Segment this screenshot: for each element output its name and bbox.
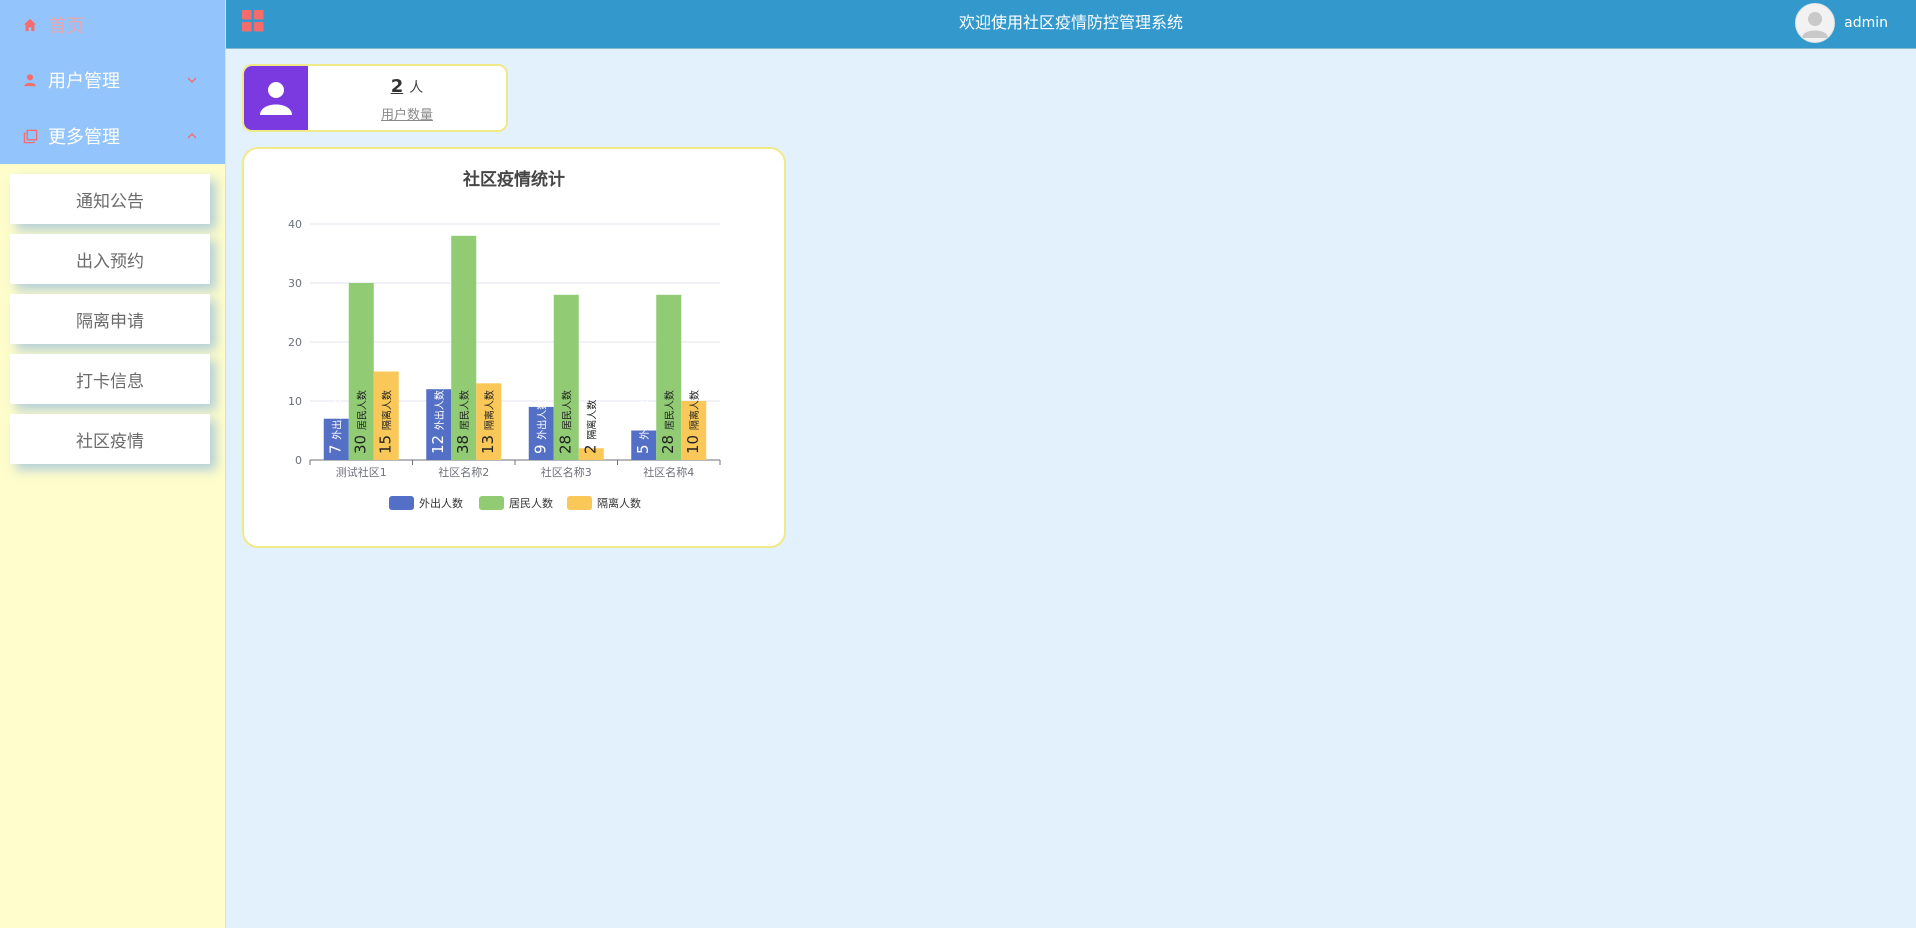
sidebar-menu: 首页 用户管理 更多管理 [0, 0, 225, 164]
submenu-item-isolation-application[interactable]: 隔离申请 [10, 294, 210, 344]
user-count-unit: 人 [409, 80, 424, 96]
user-count-card: 2人 用户数量 [242, 64, 508, 132]
sidebar-item-label: 用户管理 [48, 71, 120, 92]
epidemic-chart-card: 0 10 20 30 40 测试社区1 7 外出人数 30 居民人数 15 隔离人数 社区名称2 1… [242, 147, 786, 548]
user-count-value-row: 2人 [308, 76, 506, 97]
sidebar-item-home[interactable]: 首页 [0, 0, 225, 53]
copy-icon [22, 128, 38, 144]
sidebar-item-label: 首页 [48, 16, 84, 37]
avatar-icon [1802, 12, 1829, 38]
user-count-value: 2 [390, 76, 404, 97]
y-tick-label: 40 [288, 218, 302, 231]
submenu-item-entry-reservation[interactable]: 出入预约 [10, 234, 210, 284]
grid-menu-icon[interactable] [242, 10, 264, 32]
x-tick-label: 测试社区1 [336, 465, 387, 479]
y-tick-label: 30 [288, 277, 302, 290]
x-tick-label: 社区名称3 [541, 465, 592, 479]
user-menu[interactable]: admin [1795, 2, 1888, 44]
sidebar-item-label: 更多管理 [48, 127, 120, 148]
legend-swatch [567, 496, 592, 510]
bar-chart: 010203040测试社区17 外出人数30 居民人数15 隔离人数社区名称21… [288, 218, 721, 510]
username: admin [1844, 15, 1888, 31]
y-tick-label: 0 [295, 454, 302, 467]
top-header: 欢迎使用社区疫情防控管理系统 admin [226, 0, 1916, 49]
avatar [1795, 3, 1836, 43]
legend-swatch [479, 496, 504, 510]
sidebar: 首页 用户管理 更多管理 通知公告 出入预约 隔离申请 打卡信息 社区疫情 [0, 0, 226, 928]
legend-label: 居民人数 [509, 497, 553, 510]
page-title: 欢迎使用社区疫情防控管理系统 [958, 13, 1183, 32]
legend-label: 外出人数 [419, 496, 463, 510]
submenu-item-community-epidemic[interactable]: 社区疫情 [10, 414, 210, 464]
chevron-up-icon [187, 133, 197, 139]
submenu-list: 通知公告 出入预约 隔离申请 打卡信息 社区疫情 [10, 174, 210, 474]
bar-data-label: 5 外出人数 [634, 400, 652, 454]
submenu-item-checkin-info[interactable]: 打卡信息 [10, 354, 210, 404]
y-tick-label: 20 [288, 336, 302, 349]
y-tick-label: 10 [288, 395, 302, 408]
x-tick-label: 社区名称4 [643, 465, 694, 479]
chevron-down-icon [187, 77, 197, 83]
home-icon [22, 17, 38, 33]
bar-data-label: 2 隔离人数 [581, 400, 599, 454]
user-icon [244, 66, 308, 130]
chart-title: 社区疫情统计 [463, 170, 565, 190]
user-icon [22, 72, 38, 88]
user-count-label: 用户数量 [380, 108, 433, 123]
legend-swatch [389, 496, 414, 510]
sidebar-item-user-management[interactable]: 用户管理 [0, 52, 225, 108]
sidebar-item-more-management[interactable]: 更多管理 [0, 108, 225, 164]
submenu-item-notice[interactable]: 通知公告 [10, 174, 210, 224]
x-tick-label: 社区名称2 [438, 465, 489, 479]
legend-label: 隔离人数 [597, 496, 641, 510]
